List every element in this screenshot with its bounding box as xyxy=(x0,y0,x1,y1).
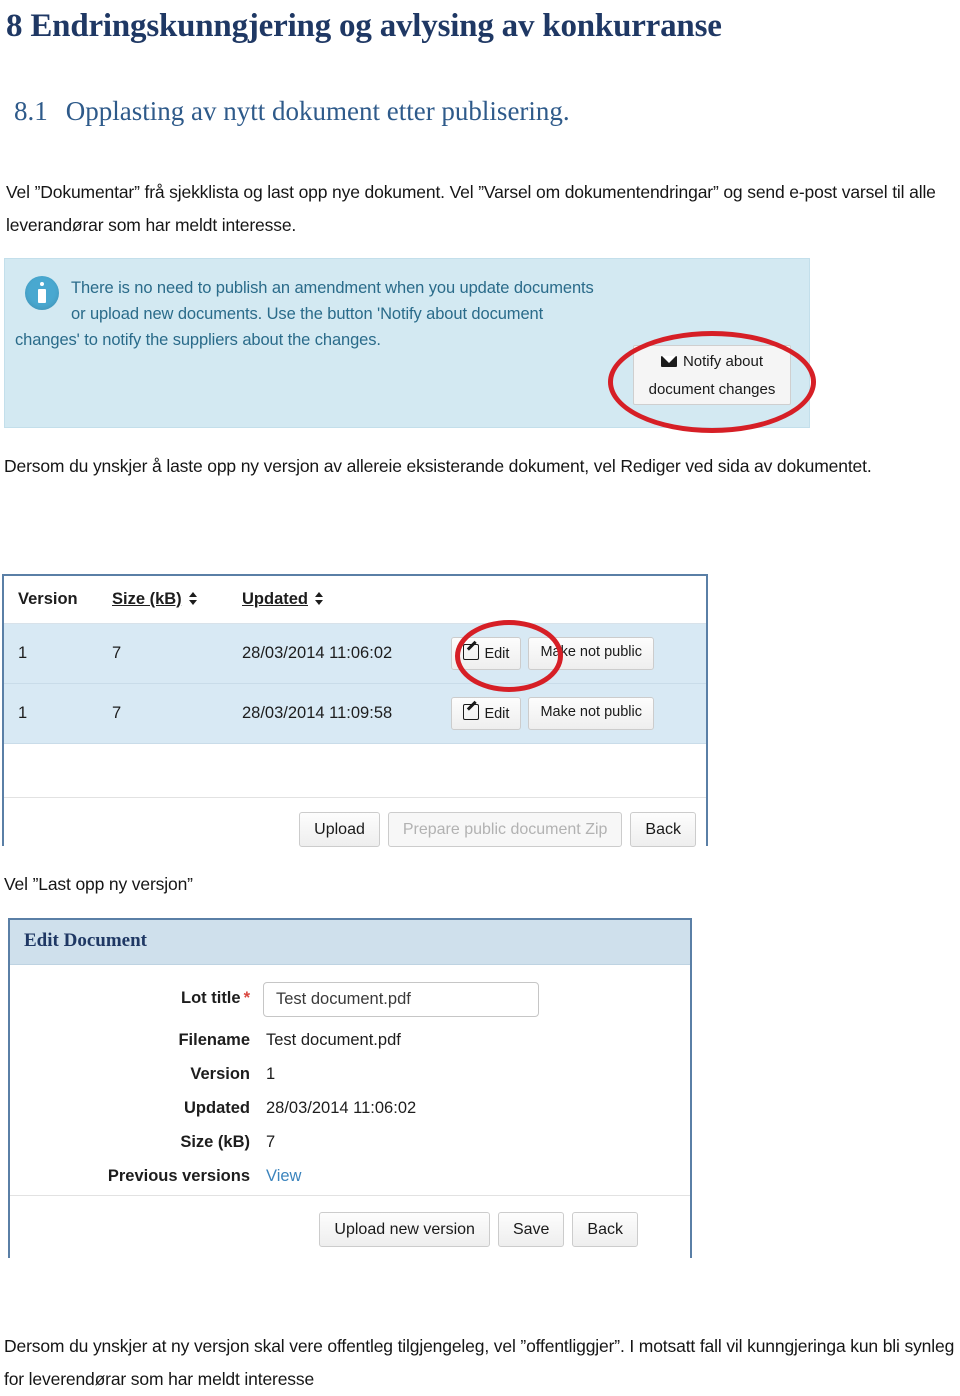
info-message-line-1: There is no need to publish an amendment… xyxy=(71,279,594,297)
paragraph-intro: Vel ”Dokumentar” frå sjekklista og last … xyxy=(6,182,936,235)
column-header-size-label: Size (kB) xyxy=(112,590,182,608)
document-versions-table-screenshot: Version Size (kB) Updated 1 7 28/03/2014… xyxy=(2,574,708,860)
value-updated: 28/03/2014 11:06:02 xyxy=(266,1099,417,1117)
edit-document-footer: Upload new version Save Back xyxy=(10,1195,690,1258)
label-size: Size (kB) xyxy=(180,1133,250,1151)
paragraph-upload-instruction: Vel ”Last opp ny versjon” xyxy=(4,874,193,894)
page-title: 8 Endringskunngjering og avlysing av kon… xyxy=(6,8,722,44)
table-footer: Upload Prepare public document Zip Back xyxy=(4,798,706,860)
required-marker: * xyxy=(243,989,250,1007)
table-empty-row xyxy=(4,744,706,798)
cell-updated: 28/03/2014 11:09:58 xyxy=(242,704,393,722)
column-header-size[interactable]: Size (kB) xyxy=(112,590,198,609)
back-button[interactable]: Back xyxy=(630,812,696,847)
field-previous-versions: Previous versions View xyxy=(10,1167,690,1195)
cell-updated: 28/03/2014 11:06:02 xyxy=(242,644,393,662)
edit-button-label: Edit xyxy=(484,706,510,722)
paragraph-edit-instruction: Dersom du ynskjer å laste opp ny versjon… xyxy=(4,456,872,476)
cell-size: 7 xyxy=(112,704,122,722)
upload-button[interactable]: Upload xyxy=(299,812,380,847)
edit-document-header: Edit Document xyxy=(10,920,690,965)
label-updated: Updated xyxy=(184,1099,250,1117)
cell-version: 1 xyxy=(18,704,28,722)
edit-document-form: Lot title* Filename Test document.pdf Ve… xyxy=(10,965,690,1195)
save-button[interactable]: Save xyxy=(497,1212,565,1247)
value-version: 1 xyxy=(266,1065,276,1083)
edit-document-panel-screenshot: Edit Document Lot title* Filename Test d… xyxy=(8,918,692,1258)
section-subtitle: 8.1 Opplasting av nytt dokument etter pub… xyxy=(14,94,944,128)
table-row: 1 7 28/03/2014 11:09:58 Edit Make not pu… xyxy=(4,684,706,744)
value-size: 7 xyxy=(266,1133,276,1151)
sort-arrows-icon[interactable] xyxy=(315,592,324,606)
make-not-public-button[interactable]: Make not public xyxy=(528,697,654,730)
pencil-icon xyxy=(463,704,480,720)
view-previous-versions-link[interactable]: View xyxy=(266,1167,301,1186)
column-header-updated-label: Updated xyxy=(242,590,308,608)
edit-button[interactable]: Edit xyxy=(451,697,522,730)
field-version: Version 1 xyxy=(10,1065,690,1093)
prepare-public-document-zip-button[interactable]: Prepare public document Zip xyxy=(387,812,623,847)
lot-title-input[interactable] xyxy=(263,982,539,1017)
cell-size: 7 xyxy=(112,644,122,662)
field-updated: Updated 28/03/2014 11:06:02 xyxy=(10,1099,690,1127)
value-filename: Test document.pdf xyxy=(266,1031,401,1049)
label-version: Version xyxy=(190,1065,250,1083)
info-message-line-2: or upload new documents. Use the button … xyxy=(71,305,544,323)
column-header-updated[interactable]: Updated xyxy=(242,590,324,609)
back-button[interactable]: Back xyxy=(572,1212,638,1247)
column-header-version: Version xyxy=(18,590,78,608)
sort-arrows-icon[interactable] xyxy=(188,592,198,606)
label-previous-versions: Previous versions xyxy=(107,1167,250,1185)
paragraph-public-visibility: Dersom du ynskjer at ny versjon skal ver… xyxy=(4,1336,955,1389)
field-size: Size (kB) 7 xyxy=(10,1133,690,1161)
table-header-row: Version Size (kB) Updated xyxy=(4,576,706,624)
table-row: 1 7 28/03/2014 11:06:02 Edit Make not pu… xyxy=(4,624,706,684)
label-lot-title: Lot title * xyxy=(181,989,250,1007)
cell-version: 1 xyxy=(18,644,28,662)
row-actions: Edit Make not public xyxy=(451,697,654,730)
upload-new-version-button[interactable]: Upload new version xyxy=(319,1212,490,1247)
field-filename: Filename Test document.pdf xyxy=(10,1031,690,1059)
section-title-text: Opplasting av nytt dokument etter publis… xyxy=(65,96,570,126)
edit-document-title: Edit Document xyxy=(24,930,147,951)
annotation-ellipse-edit-button xyxy=(455,620,563,692)
table-footer-actions: Upload Prepare public document Zip Back xyxy=(299,812,696,847)
edit-document-footer-actions: Upload new version Save Back xyxy=(319,1212,638,1247)
label-filename: Filename xyxy=(178,1031,250,1049)
annotation-ellipse-notify-button xyxy=(608,331,816,433)
section-number: 8.1 xyxy=(14,96,48,126)
field-lot-title: Lot title * xyxy=(10,982,690,1017)
